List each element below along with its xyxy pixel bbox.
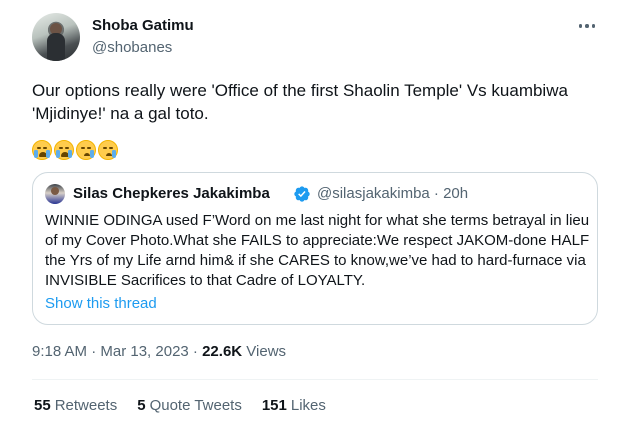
more-options-button[interactable] — [575, 16, 599, 36]
quoted-tweet-text: WINNIE ODINGA used F’Word on me last nig… — [45, 212, 590, 289]
tweet-card: Shoba Gatimu @shobanes Our options reall… — [0, 0, 625, 426]
views-count: 22.6K — [202, 343, 243, 360]
quoted-author-name: Silas Chepkeres Jakakimba — [73, 185, 270, 202]
quote-tweets-stat[interactable]: 5 Quote Tweets — [137, 397, 242, 414]
author-display-name[interactable]: Shoba Gatimu — [92, 17, 194, 34]
engagement-stats: 55 Retweets 5 Quote Tweets 151 Likes — [34, 397, 346, 414]
crying-face-icon — [76, 140, 96, 160]
tweet-metadata: 9:18 AM · Mar 13, 2023 · 22.6K Views — [32, 343, 286, 360]
crying-face-icon — [98, 140, 118, 160]
quoted-author-handle-time: @silasjakakimba · 20h — [317, 185, 469, 202]
views-label: Views — [242, 343, 287, 360]
likes-label: Likes — [290, 397, 326, 414]
show-thread-link[interactable]: Show this thread — [45, 295, 157, 312]
author-avatar[interactable] — [32, 13, 80, 61]
more-dot — [591, 24, 596, 28]
more-dots-icon — [578, 24, 583, 28]
verified-badge-icon — [294, 186, 310, 202]
retweets-count: 55 — [34, 397, 51, 414]
divider — [32, 379, 598, 380]
retweets-stat[interactable]: 55 Retweets — [34, 397, 117, 414]
emoji-row — [32, 140, 120, 164]
author-handle[interactable]: @shobanes — [92, 39, 172, 56]
likes-count: 151 — [261, 397, 287, 414]
loudly-crying-face-icon — [32, 140, 52, 160]
quoted-tweet[interactable]: Silas Chepkeres Jakakimba @silasjakakimb… — [32, 172, 598, 325]
loudly-crying-face-icon — [54, 140, 74, 160]
avatar-figure — [47, 33, 65, 61]
tweet-timestamp[interactable]: 9:18 AM · Mar 13, 2023 · — [32, 343, 202, 360]
retweets-label: Retweets — [54, 397, 118, 414]
quote-tweets-label: Quote Tweets — [149, 397, 242, 414]
more-dot — [585, 24, 589, 28]
quoted-author-avatar — [45, 184, 65, 204]
quote-tweets-count: 5 — [137, 397, 146, 414]
tweet-text: Our options really were 'Office of the f… — [32, 81, 568, 123]
likes-stat[interactable]: 151 Likes — [262, 397, 326, 414]
